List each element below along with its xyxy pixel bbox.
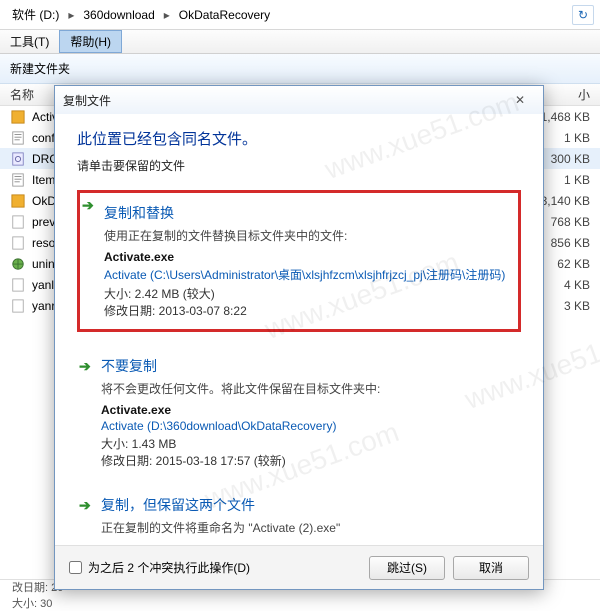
breadcrumb-seg[interactable]: 360download bbox=[77, 5, 160, 25]
arrow-right-icon: ➔ bbox=[79, 358, 91, 375]
option-date: 修改日期: 2013-03-07 8:22 bbox=[104, 302, 506, 319]
cancel-button[interactable]: 取消 bbox=[453, 556, 529, 580]
dialog-subheading: 请单击要保留的文件 bbox=[77, 157, 521, 174]
option-title: 不要复制 bbox=[101, 356, 509, 376]
dialog-titlebar: 复制文件 ✕ bbox=[55, 86, 543, 114]
option-title: 复制和替换 bbox=[104, 203, 506, 223]
close-icon[interactable]: ✕ bbox=[505, 93, 535, 107]
option-desc: 将不会更改任何文件。将此文件保留在目标文件夹中: bbox=[101, 380, 509, 397]
skip-button[interactable]: 跳过(S) bbox=[369, 556, 445, 580]
option-path: Activate (C:\Users\Administrator\桌面\xlsj… bbox=[104, 266, 506, 283]
apply-all-checkbox[interactable]: 为之后 2 个冲突执行此操作(D) bbox=[69, 559, 250, 576]
chevron-right-icon: ▸ bbox=[65, 8, 77, 22]
toolbar: 新建文件夹 bbox=[0, 54, 600, 84]
dialog-heading: 此位置已经包含同名文件。 bbox=[77, 128, 521, 149]
option-copy-replace[interactable]: ➔ 复制和替换 使用正在复制的文件替换目标文件夹中的文件: Activate.e… bbox=[77, 190, 521, 332]
option-size: 大小: 2.42 MB (较大) bbox=[104, 285, 506, 302]
option-desc: 使用正在复制的文件替换目标文件夹中的文件: bbox=[104, 227, 506, 244]
option-dont-copy[interactable]: ➔ 不要复制 将不会更改任何文件。将此文件保留在目标文件夹中: Activate… bbox=[77, 354, 521, 471]
breadcrumb: 软件 (D:) ▸ 360download ▸ OkDataRecovery ↻ bbox=[0, 0, 600, 30]
breadcrumb-seg[interactable]: OkDataRecovery bbox=[173, 5, 276, 25]
option-desc: 正在复制的文件将重命名为 "Activate (2).exe" bbox=[101, 519, 509, 536]
menu-bar: 工具(T) 帮助(H) bbox=[0, 30, 600, 54]
new-folder-button[interactable]: 新建文件夹 bbox=[10, 60, 70, 77]
option-path: Activate (D:\360download\OkDataRecovery) bbox=[101, 419, 509, 433]
option-filename: Activate.exe bbox=[101, 403, 509, 417]
file-icon bbox=[10, 214, 26, 230]
dialog-footer: 为之后 2 个冲突执行此操作(D) 跳过(S) 取消 bbox=[55, 545, 543, 589]
file-icon bbox=[10, 298, 26, 314]
option-keep-both[interactable]: ➔ 复制，但保留这两个文件 正在复制的文件将重命名为 "Activate (2)… bbox=[77, 493, 521, 544]
file-icon bbox=[10, 193, 26, 209]
checkbox-input[interactable] bbox=[69, 561, 82, 574]
copy-file-dialog: 复制文件 ✕ 此位置已经包含同名文件。 请单击要保留的文件 ➔ 复制和替换 使用… bbox=[54, 85, 544, 590]
refresh-button[interactable]: ↻ bbox=[572, 5, 594, 25]
file-icon bbox=[10, 256, 26, 272]
file-icon bbox=[10, 172, 26, 188]
file-icon bbox=[10, 151, 26, 167]
file-icon bbox=[10, 130, 26, 146]
arrow-right-icon: ➔ bbox=[82, 197, 94, 214]
option-size: 大小: 1.43 MB bbox=[101, 435, 509, 452]
status-line: 大小: 30 bbox=[12, 595, 588, 611]
dialog-title-text: 复制文件 bbox=[63, 92, 111, 109]
file-icon bbox=[10, 109, 26, 125]
menu-tools[interactable]: 工具(T) bbox=[0, 30, 59, 53]
chevron-right-icon: ▸ bbox=[161, 8, 173, 22]
checkbox-label: 为之后 2 个冲突执行此操作(D) bbox=[88, 559, 250, 576]
file-icon bbox=[10, 277, 26, 293]
option-filename: Activate.exe bbox=[104, 250, 506, 264]
option-title: 复制，但保留这两个文件 bbox=[101, 495, 509, 515]
breadcrumb-seg[interactable]: 软件 (D:) bbox=[6, 3, 65, 26]
menu-help[interactable]: 帮助(H) bbox=[59, 30, 122, 53]
option-date: 修改日期: 2015-03-18 17:57 (较新) bbox=[101, 452, 509, 469]
file-icon bbox=[10, 235, 26, 251]
arrow-right-icon: ➔ bbox=[79, 497, 91, 514]
